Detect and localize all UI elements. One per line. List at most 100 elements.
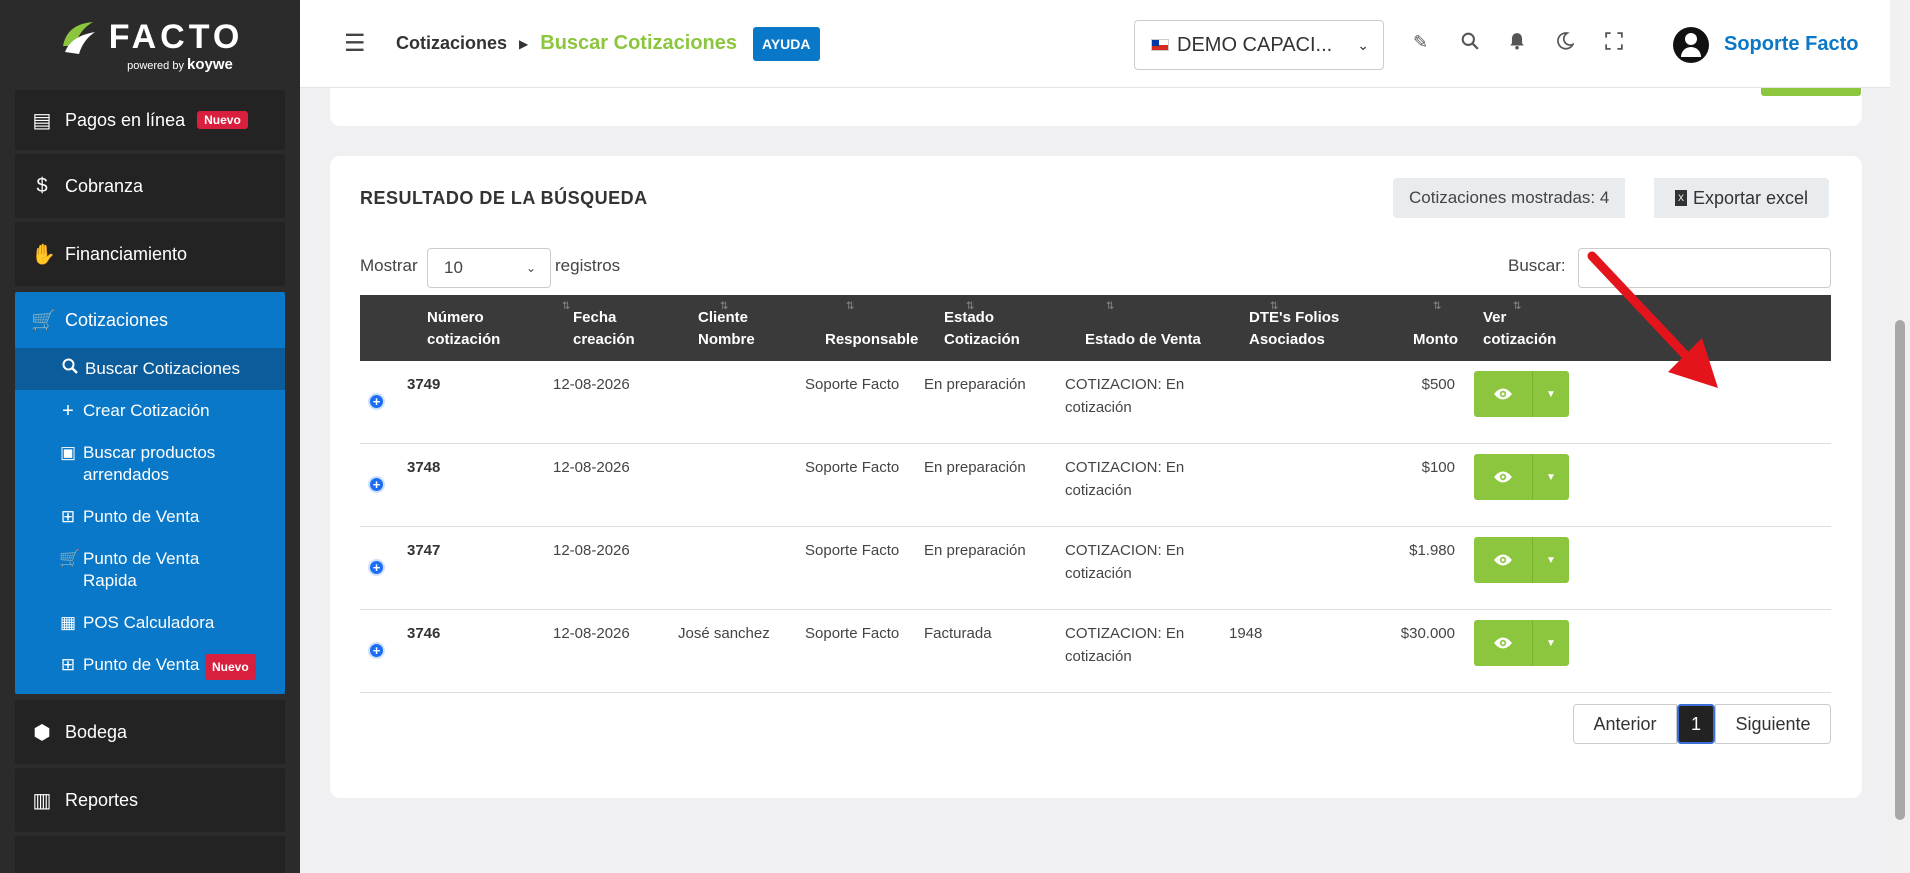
user-avatar[interactable] [1673,27,1709,63]
sidebar-subitem-crear-cotizacion[interactable]: + Crear Cotización [15,390,285,432]
sidebar-subitem-punto-venta-rapida[interactable]: 🛒 Punto de Venta Rapida [15,538,285,602]
help-button[interactable]: AYUDA [753,26,820,61]
breadcrumb-buscar-cotizaciones: Buscar Cotizaciones [540,32,737,54]
search-button-partial[interactable] [1761,88,1861,96]
logo[interactable]: FACTO powered by koywe [0,0,300,88]
company-selector[interactable]: DEMO CAPACI... ⌄ [1134,20,1384,70]
sidebar-item-pagos[interactable]: ▤ Pagos en línea Nuevo [15,90,285,150]
sidebar-subitem-productos-arrendados[interactable]: ▣ Buscar productos arrendados [15,432,285,496]
expand-row-icon[interactable]: + [368,642,385,659]
caret-down-icon[interactable]: ▼ [1532,620,1569,666]
expand-row-icon[interactable]: + [368,393,385,410]
col-cliente[interactable]: Cliente Nombre [698,307,755,351]
new-badge: Nuevo [197,111,248,129]
sidebar-item-label: Reportes [65,789,139,810]
grid-icon: ⊞ [60,655,76,674]
fullscreen-icon[interactable] [1605,32,1623,55]
sort-icon[interactable]: ⇅ [1106,301,1114,312]
bell-icon[interactable] [1508,32,1526,55]
sort-icon[interactable]: ⇅ [966,301,974,312]
sort-icon[interactable]: ⇅ [1270,301,1278,312]
table-row: + 3748 12-08-2026 Soporte Facto En prepa… [360,444,1831,527]
page-scrollbar[interactable] [1890,0,1910,873]
records-label: registros [555,256,621,275]
sort-icon[interactable]: ⇅ [562,301,570,312]
cell-fecha: 12-08-2026 [553,542,630,559]
sidebar-subitem-label: Punto de Venta [83,655,200,674]
eye-icon [1494,554,1512,566]
sidebar-item-bodega[interactable]: ⬢ Bodega [15,700,285,764]
pagination-page[interactable]: 1 [1677,704,1715,744]
expand-row-icon[interactable]: + [368,559,385,576]
caret-down-icon[interactable]: ▼ [1532,454,1569,500]
cell-estado-venta: COTIZACION: En cotización [1065,459,1185,499]
scrollbar-thumb[interactable] [1895,320,1905,820]
excel-file-icon: X [1674,190,1687,206]
sidebar-subitem-buscar-cotizaciones[interactable]: Buscar Cotizaciones [15,348,285,390]
menu-icon[interactable]: ☰ [344,29,366,58]
search-filters-card [330,88,1862,126]
cell-responsable: Soporte Facto [805,625,900,642]
sort-icon[interactable]: ⇅ [1433,301,1441,312]
view-quote-button[interactable] [1474,537,1532,583]
view-quote-button[interactable] [1474,620,1532,666]
money-icon: ▤ [32,109,52,132]
export-excel-button[interactable]: X Exportar excel [1653,178,1829,218]
export-label: Exportar excel [1692,187,1809,208]
caret-down-icon[interactable]: ▼ [1532,371,1569,417]
view-quote-button[interactable] [1474,371,1532,417]
sort-icon[interactable]: ⇅ [720,301,728,312]
calculator-icon: ▦ [59,613,77,632]
table-row: + 3746 12-08-2026 José sanchez Soporte F… [360,610,1831,693]
col-fecha[interactable]: Fecha creación [573,307,635,351]
sidebar-subitem-label: Crear Cotización [83,401,210,420]
page-size-value: 10 [444,258,463,277]
dark-mode-moon-icon[interactable] [1556,32,1575,55]
search-icon[interactable] [1461,32,1479,55]
user-name[interactable]: Soporte Facto [1724,33,1858,56]
sidebar-item-cotizaciones[interactable]: 🛒 Cotizaciones [15,292,285,348]
sidebar-item-label: Financiamiento [65,243,188,264]
pagination-next[interactable]: Siguiente [1715,704,1831,744]
cell-fecha: 12-08-2026 [553,376,630,393]
expand-row-icon[interactable]: + [368,476,385,493]
view-quote-button-group: ▼ [1474,537,1569,583]
caret-down-icon[interactable]: ▼ [1532,537,1569,583]
sidebar-item-cobranza[interactable]: $ Cobranza [15,154,285,218]
sidebar-item-financiamiento[interactable]: ✋ Financiamiento [15,222,285,286]
show-label: Mostrar [360,256,418,275]
sidebar-subitem-pos-calculadora[interactable]: ▦ POS Calculadora [15,602,285,644]
cell-numero: 3746 [407,625,441,642]
view-quote-button[interactable] [1474,454,1532,500]
edit-document-icon[interactable]: ✎ [1413,32,1428,53]
col-numero[interactable]: Número cotización [427,307,500,351]
sort-icon[interactable]: ⇅ [1513,301,1521,312]
view-quote-button-group: ▼ [1474,371,1569,417]
results-count: Cotizaciones mostradas: 4 [1393,178,1626,218]
view-quote-button-group: ▼ [1474,620,1569,666]
sidebar-subitem-label: Punto de Venta Rapida [83,549,200,590]
sidebar-subitem-punto-venta[interactable]: ⊞ Punto de Venta [15,496,285,538]
page-size-select[interactable]: 10 ⌄ [427,248,551,288]
search-icon [61,358,79,380]
sidebar-item-reportes[interactable]: ▥ Reportes [15,768,285,832]
eye-icon [1494,388,1512,400]
cell-estado: En preparación [924,376,1026,393]
sidebar-item-partial[interactable] [15,836,285,873]
breadcrumb-cotizaciones[interactable]: Cotizaciones [396,33,507,54]
pagination: Anterior 1 Siguiente [1573,704,1831,744]
col-estado[interactable]: Estado Cotización [944,307,1020,351]
boxes-icon: ⬢ [33,721,51,744]
col-estado-venta[interactable]: Estado de Venta [1085,329,1201,351]
sidebar-subitem-punto-venta-nuevo[interactable]: ⊞ Punto de Venta Nuevo [15,644,285,694]
col-monto[interactable]: Monto [1413,329,1458,351]
sidebar-subitem-label: Punto de Venta [83,507,200,526]
col-folios[interactable]: DTE's Folios Asociados [1249,307,1339,351]
dollar-icon: $ [36,174,48,197]
sidebar: FACTO powered by koywe ▤ Pagos en línea … [0,0,300,873]
chart-icon: ▥ [32,789,52,812]
sort-icon[interactable]: ⇅ [846,301,854,312]
cell-estado-venta: COTIZACION: En cotización [1065,376,1185,416]
col-responsable[interactable]: Responsable [825,329,918,351]
pagination-prev[interactable]: Anterior [1573,704,1677,744]
